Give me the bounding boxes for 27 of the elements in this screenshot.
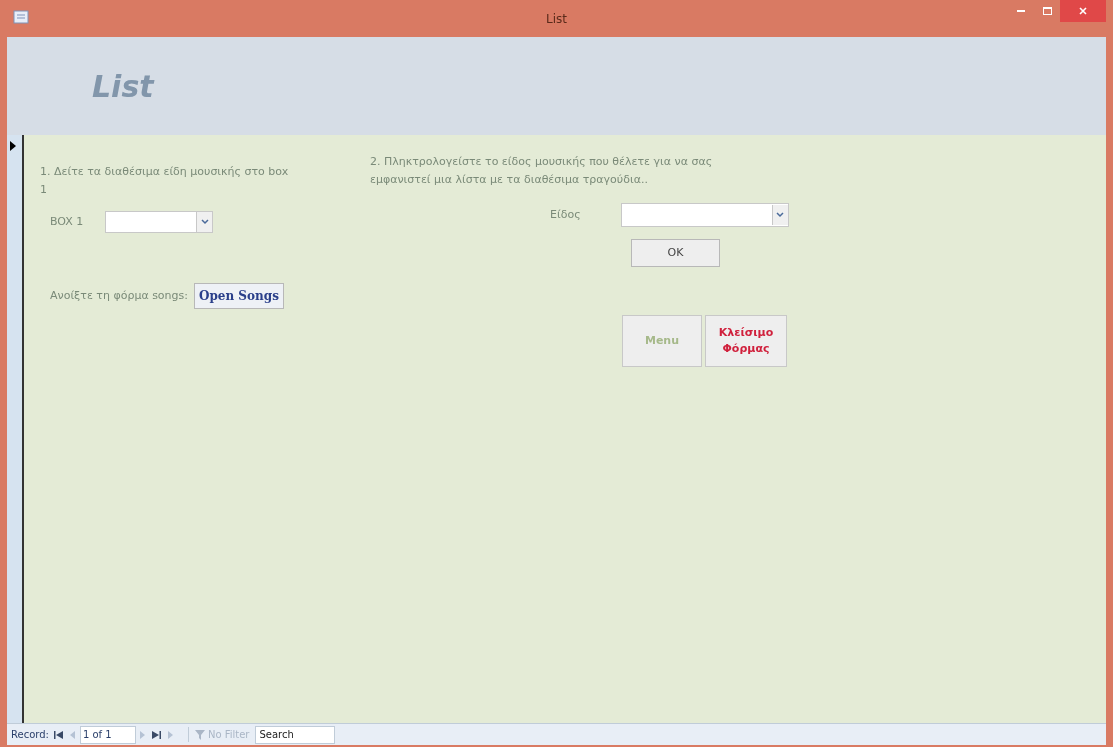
open-songs-button[interactable]: Open Songs (194, 283, 284, 309)
chevron-down-icon (200, 219, 209, 225)
field-label: Ανοίξτε τη φόρμα songs: (50, 287, 188, 304)
instruction-text: 1. Δείτε τα διαθέσιμα είδη μουσικής στο box 1 (40, 164, 290, 198)
close-form-button[interactable]: Κλείσιμο Φόρμας (705, 315, 787, 367)
dropdown-button[interactable] (771, 205, 788, 225)
record-selector[interactable] (7, 135, 24, 723)
close-icon (1079, 7, 1087, 15)
genre-dropdown[interactable] (620, 203, 789, 227)
field-label: BOX 1 (50, 213, 84, 230)
form-title: List (92, 67, 154, 106)
ok-button[interactable]: OK (631, 239, 720, 267)
field-label: Είδος (550, 206, 581, 223)
filter-icon (194, 729, 205, 740)
dropdown-button[interactable] (196, 212, 213, 232)
app-icon (13, 10, 29, 24)
record-number-field[interactable]: 1 of 1 (79, 725, 136, 744)
record-label: Record: (11, 728, 49, 742)
search-field[interactable]: Search (255, 725, 336, 744)
chevron-down-icon (776, 212, 785, 218)
maximize-icon (1042, 7, 1052, 15)
box-dropdown[interactable] (105, 211, 214, 233)
current-record-icon (10, 141, 16, 151)
window-title: List (546, 10, 567, 28)
close-button[interactable] (1060, 0, 1106, 22)
instruction-text: 2. Πληκτρολογείστε το είδος μουσικής που θέλετε για να σας εμφανιστεί μια λίστα με τα διαθέσιμα τραγούδια.. (370, 154, 714, 188)
minimize-icon (1017, 10, 1025, 12)
